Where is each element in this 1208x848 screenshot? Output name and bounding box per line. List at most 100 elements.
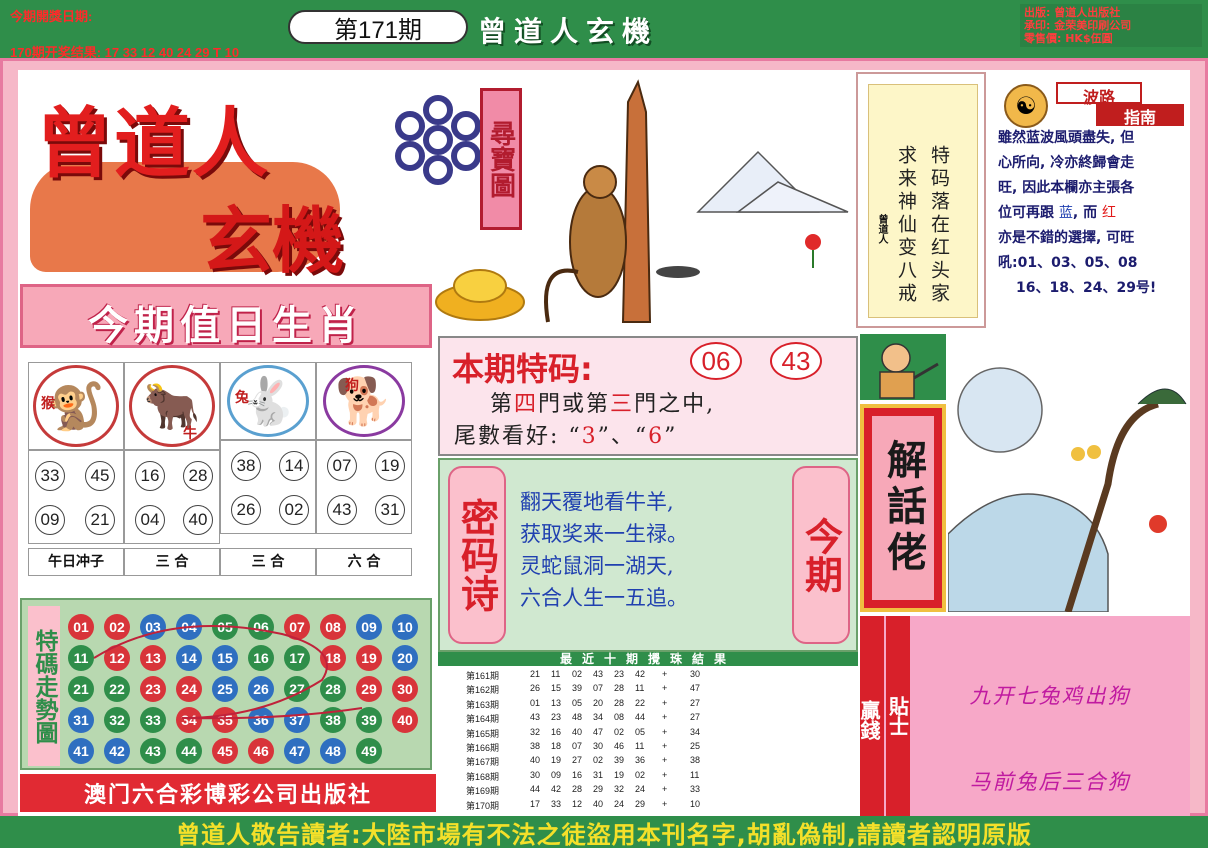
- history-number: 19: [551, 755, 562, 766]
- guide-label-bottom: 指南: [1096, 104, 1184, 127]
- number-circle: 07: [327, 451, 357, 481]
- tip-bar-left: 贏錢: [857, 616, 884, 816]
- history-special: 10: [690, 798, 701, 809]
- history-number: 28: [572, 784, 583, 795]
- history-number: 07: [593, 683, 604, 694]
- zodiac-caption: 三 合: [220, 548, 316, 576]
- history-number: 11: [635, 741, 645, 751]
- number-circle: 16: [135, 461, 165, 491]
- publisher-info-line: 零售價: HK$伍圓: [1024, 32, 1113, 45]
- zodiac-cell: 🐕 狗: [316, 362, 412, 440]
- history-number: 02: [635, 769, 646, 780]
- wave-guide-panel: ☯ 波路 指南 雖然蓝波風頭盡失, 但 心所向, 冷亦終歸會走 旺, 因此本欄亦…: [990, 72, 1190, 328]
- plus-sign: +: [662, 683, 668, 694]
- history-special: 27: [690, 697, 701, 708]
- tip-line: 九开七兔鸡出狗: [969, 684, 1131, 708]
- history-number: 29: [635, 798, 646, 809]
- moon-tree-illustration: [947, 334, 1190, 614]
- history-number: 28: [614, 683, 625, 694]
- poem-column: 特码落在红头家: [928, 145, 950, 306]
- guide-header: ☯ 波路 指南: [996, 78, 1186, 128]
- plus-sign: +: [662, 741, 668, 751]
- and-word: , 而: [1072, 205, 1098, 221]
- history-number: 13: [551, 697, 562, 708]
- history-row: 第165期 32 16 40 47 02 05 +34: [438, 726, 858, 740]
- zodiac-numbers: 16 28 04 40: [124, 450, 220, 544]
- history-number: 40: [530, 755, 541, 766]
- history-number: 31: [593, 769, 604, 780]
- rings-icon: [395, 95, 481, 185]
- history-number: 44: [530, 784, 541, 795]
- history-number: 26: [530, 683, 541, 694]
- number-circle: 31: [375, 495, 405, 525]
- history-number: 40: [572, 726, 583, 737]
- history-number: 43: [530, 712, 541, 723]
- history-issue: 第168期: [466, 771, 500, 782]
- tip-line: 马前兔后三合狗: [969, 770, 1131, 794]
- publisher-info: 出版: 曾道人出版社 承印: 金荣美印刷公司 零售價: HK$伍圓: [1020, 4, 1202, 47]
- number-circle: 19: [375, 451, 405, 481]
- guide-line: 亦是不錯的選擇, 可旺: [998, 230, 1135, 246]
- history-row: 第164期 43 23 48 34 08 44 +27: [438, 711, 858, 725]
- history-number: 08: [614, 712, 625, 723]
- number-circle: 28: [183, 461, 213, 491]
- guide-line: 旺, 因此本欄亦主張各: [998, 180, 1135, 196]
- zodiac-cell: 🐂 牛: [124, 362, 220, 450]
- history-row: 第161期 21 11 02 43 23 42 +30: [438, 668, 858, 682]
- poem-signature: 曾道人: [876, 214, 887, 244]
- history-number: 42: [635, 669, 646, 679]
- number-circle: 14: [279, 451, 309, 481]
- number-circle: 26: [231, 495, 261, 525]
- zodiac-cell: 🐒 猴: [28, 362, 124, 450]
- history-number: 02: [593, 755, 604, 766]
- secret-poem-lines: 翻天覆地看牛羊, 获取奖来一生禄。 灵蛇鼠洞一湖天, 六合人生一五追。: [520, 486, 790, 614]
- guide-line: 吼:01、03、05、08: [998, 255, 1138, 271]
- poem-column: 求来神仙变八戒: [895, 145, 917, 306]
- zodiac-caption: 三 合: [124, 548, 220, 576]
- guide-line: 位可再跟 蓝, 而 红: [998, 201, 1184, 226]
- issue-badge: 第171期: [288, 10, 468, 44]
- history-number: 34: [593, 712, 604, 723]
- plus-sign: +: [662, 784, 668, 795]
- history-number: 24: [614, 798, 625, 809]
- history-number: 47: [593, 726, 604, 737]
- moon-tree-icon: [947, 367, 1187, 614]
- number-circle: 45: [85, 461, 115, 491]
- history-special: 11: [690, 769, 700, 780]
- number-circle: 21: [85, 505, 115, 535]
- special-number: 43: [770, 342, 822, 380]
- history-number: 22: [635, 697, 646, 708]
- zodiac-caption: 六 合: [316, 548, 412, 576]
- history-issue: 第170期: [466, 800, 500, 811]
- zodiac-numbers: 07 19 43 31: [316, 440, 412, 534]
- history-number: 20: [593, 697, 604, 708]
- guide-text: 雖然蓝波風頭盡失, 但 心所向, 冷亦終歸會走 旺, 因此本欄亦主張各 位可再跟…: [998, 126, 1184, 301]
- trend-line: [93, 625, 363, 720]
- secret-poem-tag: 密码诗: [448, 466, 506, 644]
- history-number: 05: [572, 697, 583, 708]
- history-row: 第166期 38 18 07 30 46 11 +25: [438, 740, 858, 754]
- special-number: 06: [690, 342, 742, 380]
- publisher-banner: 澳门六合彩博彩公司出版社: [20, 774, 436, 812]
- history-table: 最近十期攪珠結果 第161期 21 11 02 43 23 42 +30 第162期 26 15 39…: [438, 652, 858, 814]
- history-number: 01: [530, 697, 541, 708]
- history-number: 12: [572, 798, 583, 809]
- history-number: 18: [551, 741, 562, 751]
- special-door-line: 第四門或第三門之中,: [490, 392, 716, 417]
- number-circle: 02: [279, 495, 309, 525]
- dog-icon: 🐕: [323, 365, 405, 437]
- history-number: 16: [572, 769, 583, 780]
- history-number: 40: [593, 798, 604, 809]
- history-number: 43: [593, 669, 604, 679]
- history-issue: 第162期: [466, 685, 500, 696]
- guide-label-top: 波路: [1056, 82, 1142, 107]
- history-number: 05: [635, 726, 646, 737]
- zodiac-grid: 🐒 猴 🐂 牛 🐇 兔 🐕 狗 33 45 09 21 16 28 04 40 …: [20, 352, 432, 584]
- history-special: 25: [690, 741, 701, 751]
- history-row: 第167期 40 19 27 02 39 36 +38: [438, 754, 858, 768]
- history-issue: 第167期: [466, 757, 500, 768]
- ox-icon: 🐂: [129, 365, 215, 447]
- logo-text-sub: 玄機: [200, 198, 345, 283]
- history-issue: 第163期: [466, 699, 500, 710]
- poem-line: 获取奖来一生禄。: [520, 522, 688, 546]
